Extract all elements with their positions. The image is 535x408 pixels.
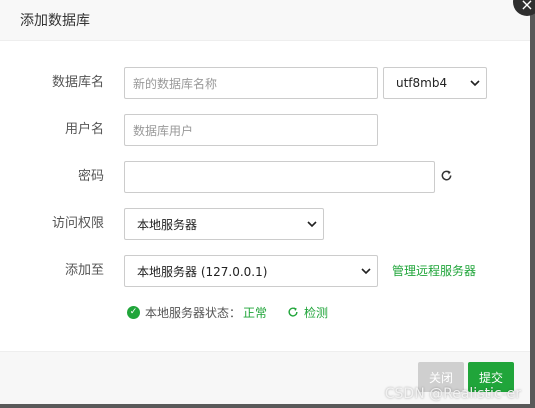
access-select[interactable]: 本地服务器 — [124, 208, 324, 240]
detect-button[interactable]: 检测 — [287, 304, 328, 321]
manage-remote-servers-link[interactable]: 管理远程服务器 — [392, 263, 476, 279]
dialog-header: 添加数据库 — [0, 0, 530, 41]
close-glyph: × — [520, 0, 534, 14]
server-status-state: 正常 — [243, 305, 268, 320]
password-label: 密码 — [77, 169, 104, 184]
access-label: 访问权限 — [51, 216, 104, 231]
add-to-value: 本地服务器 (127.0.0.1) — [137, 264, 268, 279]
access-value: 本地服务器 — [137, 217, 198, 232]
charset-value: utf8mb4 — [396, 76, 448, 90]
password-input[interactable] — [124, 161, 435, 193]
charset-select[interactable]: utf8mb4 — [383, 67, 487, 99]
username-input[interactable]: 数据库用户 — [124, 114, 378, 146]
chevron-down-icon — [361, 265, 371, 278]
check-circle-icon: ✓ — [127, 305, 140, 319]
add-database-dialog: 添加数据库 数据库名 新的数据库名称 utf8mb4 用户名 数据库用户 密码 … — [0, 0, 530, 404]
add-to-select[interactable]: 本地服务器 (127.0.0.1) — [124, 255, 378, 287]
dialog-title: 添加数据库 — [20, 13, 90, 29]
db-name-label: 数据库名 — [51, 75, 104, 90]
username-label: 用户名 — [64, 122, 104, 137]
chevron-down-icon — [470, 77, 480, 90]
chevron-down-icon — [307, 218, 317, 231]
server-status-row: ✓ 本地服务器状态： 正常 检测 — [127, 303, 328, 321]
refresh-icon — [287, 306, 299, 318]
username-placeholder: 数据库用户 — [133, 123, 194, 138]
refresh-password-icon[interactable] — [439, 168, 453, 182]
db-name-input[interactable]: 新的数据库名称 — [124, 67, 378, 99]
add-to-label: 添加至 — [64, 263, 104, 278]
detect-label: 检测 — [304, 305, 329, 320]
db-name-placeholder: 新的数据库名称 — [133, 76, 218, 91]
server-status-text: 本地服务器状态： — [145, 305, 242, 320]
watermark: CSDN @Realistic-er — [384, 386, 521, 402]
